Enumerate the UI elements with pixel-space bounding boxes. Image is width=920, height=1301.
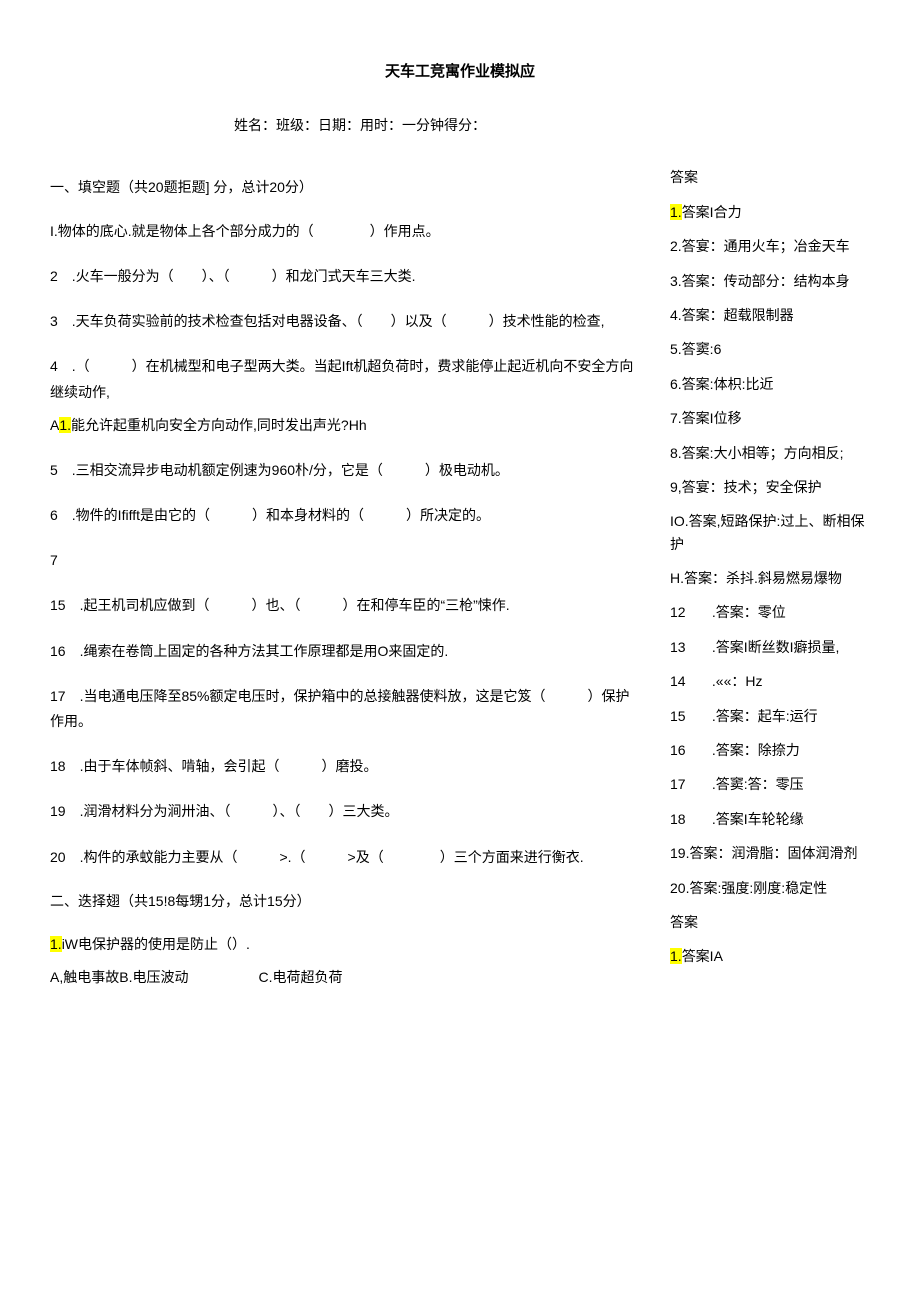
- question-4-line1: 4 .（ ）在机械型和电子型两大类。当起Ift机超负荷时，费求能停止起近机向不安…: [50, 354, 640, 404]
- answer-1-highlight: 1.: [670, 204, 682, 220]
- mcq-1-text: iW电保护器的使用是防止（）.: [62, 936, 250, 952]
- answer-13-num: 13: [670, 636, 708, 658]
- answer-12: 12 .答案：零位: [670, 601, 870, 623]
- answer-18: 18 .答案I车轮轮缘: [670, 808, 870, 830]
- doc-meta-line: 姓名：班级：日期：用时：一分钟得分：: [0, 114, 870, 136]
- question-20: 20 .构件的承蚊能力主要从（ >.（ >及（ ）三个方面来进行衡衣.: [50, 845, 640, 870]
- answer-8: 8.答案:大小相等；方向相反;: [670, 442, 870, 464]
- answer-18-num: 18: [670, 808, 708, 830]
- answer-b1-highlight: 1.: [670, 948, 682, 964]
- answer-12-text: .答案：零位: [712, 604, 786, 620]
- answer-17-text: .答窦:答：零压: [712, 776, 804, 792]
- question-6: 6 .物件的Ififft是由它的（ ）和本身材料的（ ）所决定的。: [50, 503, 640, 528]
- answer-15-num: 15: [670, 705, 708, 727]
- question-5: 5 .三相交流异步电动机额定例速为960朴/分，它是（ ）极电动机。: [50, 458, 640, 483]
- answer-b1: 1.答案IA: [670, 945, 870, 967]
- content-columns: 一、填空题（共20题拒题] 分，总计20分） I.物体的底心.就是物体上各个部分…: [50, 166, 870, 1010]
- answer-13: 13 .答案I断丝数I癖损量,: [670, 636, 870, 658]
- question-7: 7: [50, 548, 640, 573]
- question-4-line2: A1.能允许起重机向安全方向动作,同时发出声光?Hh: [50, 413, 640, 438]
- question-17: 17 .当电通电压降至85%额定电压时，保护箱中的总接触器使料放，这是它笈（ ）…: [50, 684, 640, 734]
- answer-14: 14 .««：Hz: [670, 670, 870, 692]
- answer-14-text: .««：Hz: [712, 673, 763, 689]
- doc-title: 天车工竞寓作业模拟应: [50, 60, 870, 84]
- answer-5: 5.答窦:6: [670, 338, 870, 360]
- section-2-heading: 二、迭择翅（共15!8每甥1分，总计15分）: [50, 890, 640, 912]
- answer-7: 7.答案I位移: [670, 407, 870, 429]
- question-15: 15 .起王机司机应做到（ ）也、（ ）在和停车臣的“三枪”悚作.: [50, 593, 640, 618]
- question-4: 4 .（ ）在机械型和电子型两大类。当起Ift机超负荷时，费求能停止起近机向不安…: [50, 354, 640, 438]
- answer-18-text: .答案I车轮轮缘: [712, 811, 804, 827]
- questions-column: 一、填空题（共20题拒题] 分，总计20分） I.物体的底心.就是物体上各个部分…: [50, 166, 640, 1010]
- answer-15-text: .答案：起车:运行: [712, 708, 818, 724]
- answer-19: 19.答案：润滑脂：固体润滑剂: [670, 842, 870, 864]
- q4-pre: A: [50, 417, 59, 433]
- question-2: 2 .火车一般分为（ ）、（ ）和龙门式天车三大类.: [50, 264, 640, 289]
- answers-column: 答案 1.答案I合力 2.答宴：通用火车；冶金天车 3.答案：传动部分：结构本身…: [670, 166, 870, 1010]
- question-1: I.物体的底心.就是物体上各个部分成力的（ ）作用点。: [50, 219, 640, 244]
- mcq-1-stem: 1.iW电保护器的使用是防止（）.: [50, 932, 640, 957]
- answer-17: 17 .答窦:答：零压: [670, 773, 870, 795]
- answer-1: 1.答案I合力: [670, 201, 870, 223]
- question-18: 18 .由于车体帧斜、啃轴，会引起（ ）磨投。: [50, 754, 640, 779]
- answers-heading: 答案: [670, 166, 870, 188]
- section-1-heading: 一、填空题（共20题拒题] 分，总计20分）: [50, 176, 640, 198]
- answer-2: 2.答宴：通用火车；冶金天车: [670, 235, 870, 257]
- answer-20: 20.答案:强度:刚度:稳定性: [670, 877, 870, 899]
- answer-4: 4.答案：超载限制器: [670, 304, 870, 326]
- answer-16: 16 .答案：除捺力: [670, 739, 870, 761]
- question-19: 19 .润滑材料分为涧卅油、（ ）、（ ）三大类。: [50, 799, 640, 824]
- answer-16-num: 16: [670, 739, 708, 761]
- mcq-1-options: A,触电事故B.电压波动 C.电荷超负荷: [50, 965, 640, 990]
- mcq-1-highlight: 1.: [50, 936, 62, 952]
- answer-14-num: 14: [670, 670, 708, 692]
- answer-17-num: 17: [670, 773, 708, 795]
- answer-1-text: 答案I合力: [682, 204, 742, 220]
- answer-11: H.答案：杀抖.斜易燃易爆物: [670, 567, 870, 589]
- answer-15: 15 .答案：起车:运行: [670, 705, 870, 727]
- answer-b1-text: 答案IA: [682, 948, 723, 964]
- answer-13-text: .答案I断丝数I癖损量,: [712, 639, 840, 655]
- answer-9: 9,答宴：技术；安全保护: [670, 476, 870, 498]
- answer-10: IO.答案,短路保护:过上、断相保护: [670, 510, 870, 555]
- q4-post: 能允许起重机向安全方向动作,同时发出声光?Hh: [71, 417, 367, 433]
- answer-12-num: 12: [670, 601, 708, 623]
- q4-highlight: 1.: [59, 417, 71, 433]
- question-3: 3 .天车负荷实验前的技术检查包括对电器设备、（ ）以及（ ）技术性能的检查,: [50, 309, 640, 334]
- answer-16-text: .答案：除捺力: [712, 742, 800, 758]
- question-16: 16 .绳索在卷筒上固定的各种方法其工作原理都是用O来固定的.: [50, 639, 640, 664]
- answers-heading-2: 答案: [670, 911, 870, 933]
- answer-6: 6.答案:体枳:比近: [670, 373, 870, 395]
- answer-3: 3.答案：传动部分：结构本身: [670, 270, 870, 292]
- mcq-1: 1.iW电保护器的使用是防止（）. A,触电事故B.电压波动 C.电荷超负荷: [50, 932, 640, 990]
